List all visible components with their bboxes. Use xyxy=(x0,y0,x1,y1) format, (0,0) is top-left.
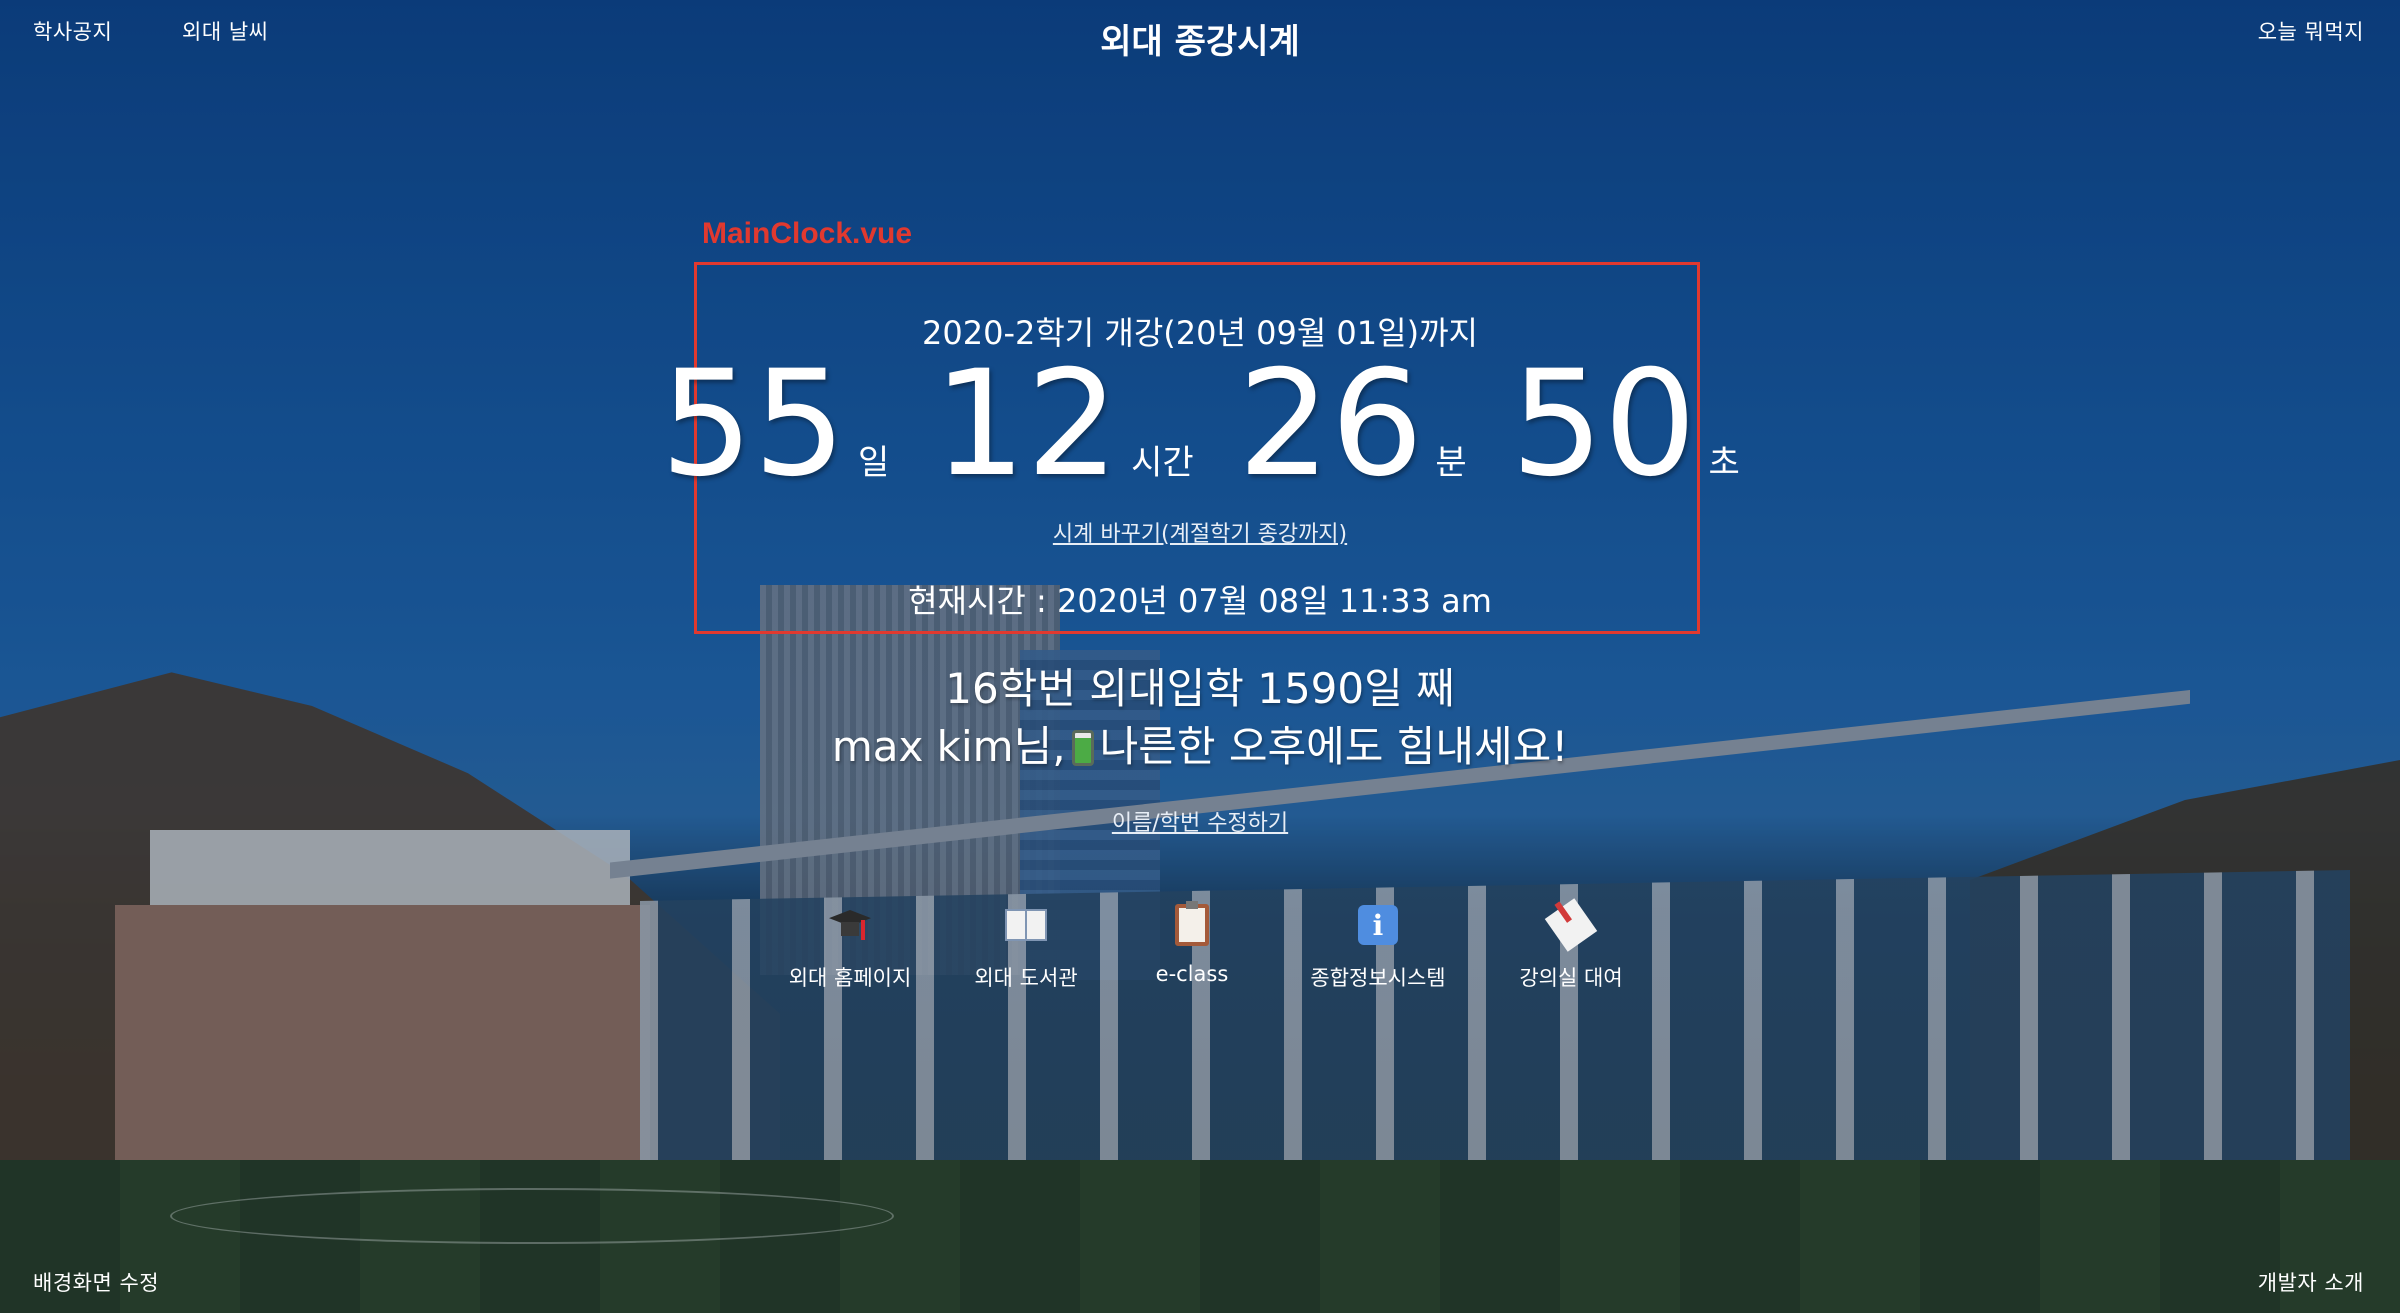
memo-icon xyxy=(1544,898,1598,952)
greeting-message: 나른한 오후에도 힘내세요! xyxy=(1099,722,1569,771)
countdown: 55 일 12 시간 26 분 50 초 xyxy=(0,339,2400,509)
countdown-minutes: 26 분 xyxy=(1237,339,1467,509)
annotation-label: MainClock.vue xyxy=(702,217,913,250)
greeting-name: max kim님, xyxy=(831,722,1066,771)
edit-background-link[interactable]: 배경화면 수정 xyxy=(33,1267,159,1297)
countdown-hours-unit: 시간 xyxy=(1131,443,1194,483)
current-time: 현재시간 : 2020년 07월 08일 11:33 am xyxy=(908,582,1492,620)
quick-links: 외대 홈페이지 외대 도서관 e-class i 종합정보시스템 강의실 대여 xyxy=(760,898,1640,1012)
open-book-icon xyxy=(1003,902,1049,948)
quick-link-label: 외대 도서관 xyxy=(974,966,1078,990)
quick-link-homepage[interactable]: 외대 홈페이지 xyxy=(760,902,940,992)
quick-link-label: 외대 홈페이지 xyxy=(788,966,912,990)
quick-link-label: 종합정보시스템 xyxy=(1310,966,1446,990)
countdown-days-value: 55 xyxy=(660,339,847,509)
countdown-days-unit: 일 xyxy=(858,443,890,483)
switch-clock-container: 시계 바꾸기(계절학기 종강까지) xyxy=(0,516,2400,548)
countdown-hours-value: 12 xyxy=(933,339,1120,509)
quick-link-info-system[interactable]: i 종합정보시스템 xyxy=(1288,902,1468,992)
quick-link-label: 강의실 대여 xyxy=(1519,966,1623,990)
quick-link-label: e-class xyxy=(1155,962,1229,986)
switch-clock-link[interactable]: 시계 바꾸기(계절학기 종강까지) xyxy=(1053,522,1347,547)
info-icon: i xyxy=(1355,902,1401,948)
countdown-seconds-unit: 초 xyxy=(1708,443,1740,483)
clipboard-icon xyxy=(1169,901,1215,948)
battery-icon xyxy=(1071,730,1094,766)
nav-todays-meal[interactable]: 오늘 뭐먹지 xyxy=(2258,16,2364,46)
page-title: 외대 종강시계 xyxy=(1100,22,1300,62)
admission-days-text: 16학번 외대입학 1590일 째 xyxy=(945,664,1455,713)
edit-name-id-link[interactable]: 이름/학번 수정하기 xyxy=(1112,811,1288,836)
quick-link-eclass[interactable]: e-class xyxy=(1102,901,1282,986)
countdown-seconds-value: 50 xyxy=(1510,339,1697,509)
page: 학사공지 외대 날씨 외대 종강시계 오늘 뭐먹지 MainClock.vue … xyxy=(0,0,2400,1313)
countdown-hours: 12 시간 xyxy=(933,339,1194,509)
countdown-minutes-value: 26 xyxy=(1237,339,1424,509)
graduation-cap-icon xyxy=(827,902,873,948)
quick-link-library[interactable]: 외대 도서관 xyxy=(936,902,1116,992)
countdown-days: 55 일 xyxy=(660,339,890,509)
quick-link-room-rental[interactable]: 강의실 대여 xyxy=(1481,898,1661,992)
greeting-text: max kim님, 나른한 오후에도 힘내세요! xyxy=(0,713,2400,774)
countdown-seconds: 50 초 xyxy=(1510,339,1740,509)
countdown-minutes-unit: 분 xyxy=(1435,443,1467,483)
edit-profile-container: 이름/학번 수정하기 xyxy=(0,805,2400,837)
developer-intro-link[interactable]: 개발자 소개 xyxy=(2258,1267,2364,1297)
